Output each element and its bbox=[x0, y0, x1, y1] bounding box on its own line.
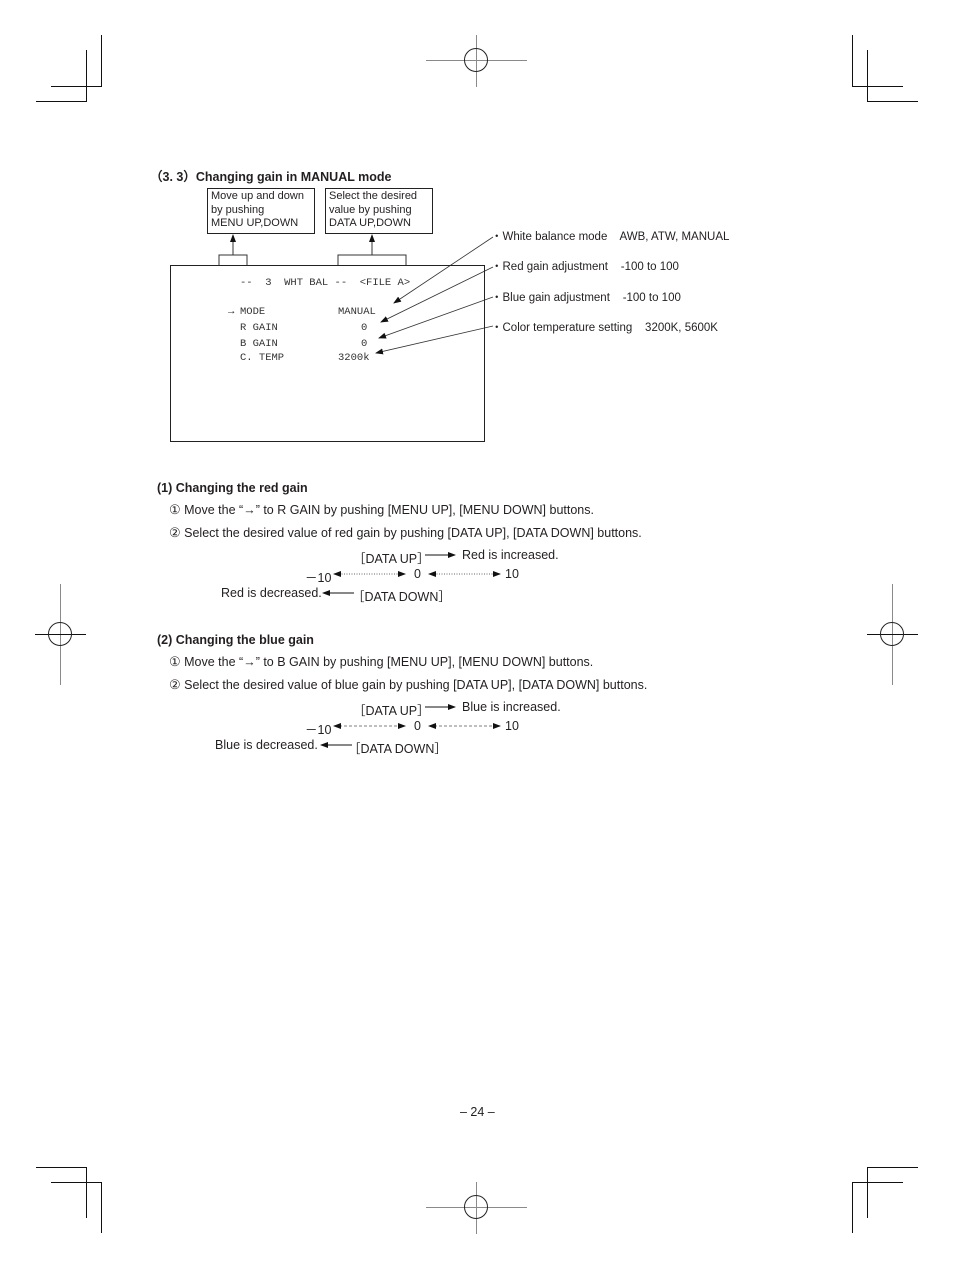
menu-bracket bbox=[218, 234, 248, 265]
step-number: ② bbox=[169, 525, 181, 540]
red-range-mid-head bbox=[428, 571, 436, 577]
blue-range-left-head bbox=[333, 723, 341, 729]
callout-label: White balance mode bbox=[502, 231, 608, 243]
callout-range: 3200K, 5600K bbox=[645, 322, 718, 334]
step-number: ① bbox=[169, 502, 181, 517]
callout-range: AWB, ATW, MANUAL bbox=[619, 231, 730, 243]
blue-max-value: 10 bbox=[505, 719, 519, 733]
red-step-2: ② Select the desired value of red gain b… bbox=[169, 525, 642, 541]
callout-bullet: ・ bbox=[491, 231, 503, 243]
callout-range: -100 to 100 bbox=[620, 261, 679, 273]
step-text: Move the “→” to R GAIN by pushing [MENU … bbox=[184, 503, 594, 517]
callout-label: Red gain adjustment bbox=[502, 261, 608, 273]
screen-cursor-arrow: → bbox=[228, 306, 235, 318]
blue-increased-label: Blue is increased. bbox=[462, 700, 561, 714]
blue-gain-heading: (2) Changing the blue gain bbox=[157, 633, 314, 647]
camera-menu-screen: -- 3 WHT BAL -- <FILE A> → MODE MANUAL R… bbox=[170, 265, 485, 442]
page-number: – 24 – bbox=[460, 1105, 495, 1119]
step-text: Move the “→” to B GAIN by pushing [MENU … bbox=[184, 655, 594, 669]
callout-white-balance-mode: ・White balance mode AWB, ATW, MANUAL bbox=[491, 228, 729, 244]
callout-color-temperature: ・Color temperature setting 3200K, 5600K bbox=[491, 319, 718, 335]
callout-bullet: ・ bbox=[491, 292, 503, 304]
screen-header: -- 3 WHT BAL -- <FILE A> bbox=[240, 277, 411, 289]
callout-blue-gain: ・Blue gain adjustment -100 to 100 bbox=[491, 289, 681, 305]
callout-bullet: ・ bbox=[491, 322, 503, 334]
diagram-connectors bbox=[218, 234, 501, 748]
step-text: Select the desired value of blue gain by… bbox=[184, 678, 648, 692]
blue-data-up-key: ［DATA UP］ bbox=[353, 704, 430, 718]
red-data-down-key: ［DATA DOWN］ bbox=[352, 590, 451, 604]
red-gain-heading: (1) Changing the red gain bbox=[157, 481, 308, 495]
callout-bullet: ・ bbox=[491, 261, 503, 273]
step-text: Select the desired value of red gain by … bbox=[184, 526, 642, 540]
callout-label: Color temperature setting bbox=[502, 322, 633, 334]
screen-row-label: B GAIN bbox=[240, 338, 278, 350]
screen-row-label: C. TEMP bbox=[240, 352, 285, 364]
red-min-value: －10 bbox=[305, 571, 332, 585]
step-number: ② bbox=[169, 677, 181, 692]
red-data-up-key: ［DATA UP］ bbox=[353, 552, 430, 566]
blue-step-2: ② Select the desired value of blue gain … bbox=[169, 677, 647, 693]
screen-row-label: R GAIN bbox=[240, 322, 278, 334]
callout-red-gain: ・Red gain adjustment -100 to 100 bbox=[491, 258, 679, 274]
blue-range-mid-head bbox=[428, 723, 436, 729]
blue-decreased-label: Blue is decreased. bbox=[215, 738, 318, 752]
blue-center-value: 0 bbox=[414, 719, 421, 733]
callout-label: Blue gain adjustment bbox=[502, 292, 610, 304]
red-increased-label: Red is increased. bbox=[462, 548, 559, 562]
red-range-left-head bbox=[333, 571, 341, 577]
red-decreased-label: Red is decreased. bbox=[221, 586, 322, 600]
red-step-1: ① Move the “→” to R GAIN by pushing [MEN… bbox=[169, 502, 594, 518]
screen-row-value: 0 bbox=[361, 322, 368, 334]
data-bracket bbox=[337, 234, 407, 265]
screen-row-value: MANUAL bbox=[338, 306, 376, 318]
screen-row-label: MODE bbox=[240, 306, 266, 318]
red-max-value: 10 bbox=[505, 567, 519, 581]
screen-row-value: 3200k bbox=[338, 352, 370, 364]
blue-data-down-key: ［DATA DOWN］ bbox=[348, 742, 447, 756]
red-center-value: 0 bbox=[414, 567, 421, 581]
screen-row-value: 0 bbox=[361, 338, 368, 350]
blue-step-1: ① Move the “→” to B GAIN by pushing [MEN… bbox=[169, 654, 593, 670]
step-number: ① bbox=[169, 654, 181, 669]
blue-min-value: －10 bbox=[305, 723, 332, 737]
callout-range: -100 to 100 bbox=[622, 292, 681, 304]
